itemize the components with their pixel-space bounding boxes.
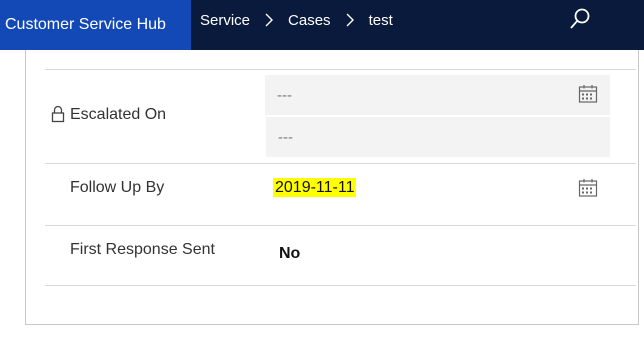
- escalated-on-date-value: ---: [277, 86, 292, 104]
- escalated-on-label: Escalated On: [70, 106, 167, 123]
- breadcrumb-item-cases[interactable]: Cases: [288, 12, 331, 29]
- chevron-right-icon: [265, 13, 274, 27]
- divider: [45, 225, 636, 226]
- calendar-icon[interactable]: [578, 84, 598, 104]
- breadcrumb: Service Cases test: [200, 0, 393, 40]
- lock-icon: [51, 105, 65, 123]
- search-icon[interactable]: [568, 7, 592, 31]
- divider: [45, 285, 636, 286]
- first-response-sent-value[interactable]: No: [279, 245, 300, 263]
- breadcrumb-item-service[interactable]: Service: [200, 12, 250, 29]
- follow-up-by-value: 2019-11-11: [273, 178, 357, 197]
- follow-up-by-field[interactable]: 2019-11-11: [273, 178, 357, 197]
- escalated-on-date-field: ---: [265, 75, 610, 115]
- divider: [45, 69, 636, 70]
- app-brand[interactable]: Customer Service Hub: [0, 0, 191, 50]
- escalated-on-time-value: ---: [278, 128, 293, 146]
- app-title: Customer Service Hub: [5, 16, 166, 33]
- escalated-on-time-field: ---: [266, 117, 610, 157]
- follow-up-by-label: Follow Up By: [70, 179, 165, 196]
- breadcrumb-item-current[interactable]: test: [369, 12, 393, 29]
- divider: [45, 163, 636, 164]
- calendar-icon[interactable]: [578, 178, 598, 198]
- top-nav-bar: Customer Service Hub Service Cases test: [0, 0, 644, 50]
- first-response-sent-label: First Response Sent: [70, 241, 215, 258]
- case-details-panel: Escalated On --- --- Follow Up By 2019-1…: [25, 50, 639, 325]
- chevron-right-icon: [346, 13, 354, 27]
